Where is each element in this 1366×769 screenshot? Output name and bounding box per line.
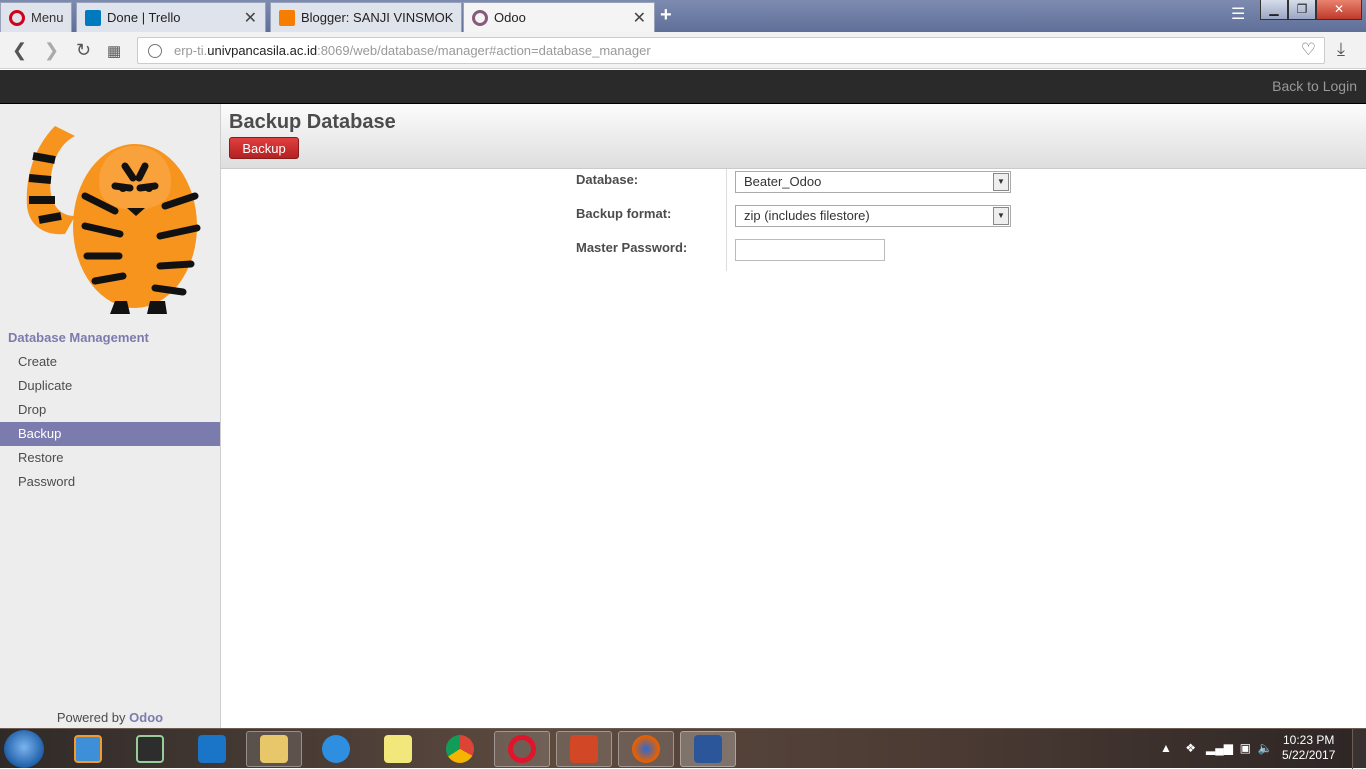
- power-icon[interactable]: ▣: [1240, 741, 1251, 755]
- reload-icon[interactable]: ↻: [76, 40, 91, 61]
- windows-start-button[interactable]: [4, 730, 44, 768]
- folder-icon: [260, 735, 288, 763]
- forward-icon[interactable]: ❯: [44, 40, 59, 61]
- close-window-button[interactable]: ✕: [1316, 0, 1362, 20]
- dropbox-icon[interactable]: ❖: [1185, 741, 1196, 755]
- tab-title: Odoo: [494, 10, 526, 25]
- url-host: univpancasila.ac.id: [207, 43, 318, 58]
- tab-blogger[interactable]: Blogger: SANJI VINSMOKE: [270, 2, 462, 32]
- page-title: Backup Database: [229, 111, 396, 133]
- sidebar-item-duplicate[interactable]: Duplicate: [0, 374, 220, 398]
- tab-title: Blogger: SANJI VINSMOKE: [301, 10, 453, 25]
- tab-odoo[interactable]: Odoo ✕: [463, 2, 655, 32]
- dropdown-arrow-icon[interactable]: ▼: [993, 173, 1009, 191]
- sidebar-item-drop[interactable]: Drop: [0, 398, 220, 422]
- sidebar-item-restore[interactable]: Restore: [0, 446, 220, 470]
- dropdown-arrow-icon[interactable]: ▼: [993, 207, 1009, 225]
- minimize-button[interactable]: ▁: [1260, 0, 1288, 20]
- powerpoint-icon: [570, 735, 598, 763]
- url-field[interactable]: erp-ti.univpancasila.ac.id:8069/web/data…: [137, 37, 1325, 64]
- taskbar-word[interactable]: [680, 731, 736, 767]
- maxthon-icon: [198, 735, 226, 763]
- trello-icon: [85, 9, 101, 26]
- tab-title: Done | Trello: [107, 10, 181, 25]
- system-tray: ▲ ❖ ▂▄▆ ▣ 🔈: [1160, 741, 1273, 755]
- app-topbar: Back to Login: [0, 70, 1366, 104]
- sidebar-section-title: Database Management: [8, 330, 149, 345]
- firefox-icon: [632, 735, 660, 763]
- windows-taskbar: ▲ ❖ ▂▄▆ ▣ 🔈 10:23 PM 5/22/2017: [0, 728, 1366, 769]
- database-value: Beater_Odoo: [744, 174, 822, 189]
- opera-menu-label: Menu: [31, 10, 64, 25]
- new-tab-button[interactable]: +: [660, 4, 672, 27]
- odoo-icon: [472, 9, 488, 26]
- url-prefix: erp-ti.: [174, 43, 208, 58]
- show-hidden-icons-icon[interactable]: ▲: [1160, 741, 1172, 755]
- master-password-input[interactable]: [735, 239, 885, 261]
- sidebar: Database Management Create Duplicate Dro…: [0, 104, 221, 728]
- clock-time: 10:23 PM: [1283, 733, 1335, 747]
- maximize-button[interactable]: ❐: [1288, 0, 1316, 20]
- back-icon[interactable]: ❮: [12, 40, 27, 61]
- download-icon[interactable]: ⤓: [1337, 39, 1345, 60]
- volume-icon[interactable]: 🔈: [1258, 741, 1273, 755]
- backup-button[interactable]: Backup: [229, 137, 299, 159]
- taskbar-chrome[interactable]: [432, 731, 488, 767]
- taskbar-powerpoint[interactable]: [556, 731, 612, 767]
- form-divider: [726, 169, 727, 271]
- chrome-icon: [446, 735, 474, 763]
- tab-trello[interactable]: Done | Trello ✕: [76, 2, 266, 32]
- taskbar-media-player[interactable]: [60, 731, 116, 767]
- address-bar-row: ❮ ❯ ↻ ▦ erp-ti.univpancasila.ac.id:8069/…: [0, 32, 1366, 69]
- tiger-logo: [26, 126, 201, 314]
- taskbar-opera[interactable]: [494, 731, 550, 767]
- globe-icon: [148, 43, 162, 58]
- backup-format-value: zip (includes filestore): [744, 208, 870, 223]
- taskbar-sticky-notes[interactable]: [370, 731, 426, 767]
- sidebar-item-password[interactable]: Password: [0, 470, 220, 494]
- sidebar-item-create[interactable]: Create: [0, 350, 220, 374]
- back-to-login-link[interactable]: Back to Login: [1272, 78, 1357, 94]
- page-header: Backup Database Backup: [221, 104, 1366, 169]
- opera-taskbar-icon: [508, 735, 536, 763]
- opera-icon: [9, 9, 25, 26]
- master-password-label: Master Password:: [576, 240, 688, 255]
- word-icon: [694, 735, 722, 763]
- blogger-icon: [279, 9, 295, 26]
- taskbar-maxthon[interactable]: [184, 731, 240, 767]
- bookmark-heart-icon[interactable]: ♡: [1301, 40, 1316, 60]
- media-player-icon: [74, 735, 102, 763]
- opera-menu-button[interactable]: Menu: [0, 2, 72, 32]
- taskbar-explorer[interactable]: [246, 731, 302, 767]
- sidebar-menu: Create Duplicate Drop Backup Restore Pas…: [0, 350, 220, 494]
- internet-explorer-icon: [322, 735, 350, 763]
- taskbar-ie[interactable]: [308, 731, 364, 767]
- show-desktop-button[interactable]: [1352, 729, 1366, 769]
- powered-by: Powered by Odoo: [0, 710, 220, 725]
- taskbar-firefox[interactable]: [618, 731, 674, 767]
- speed-dial-icon[interactable]: ▦: [107, 42, 121, 60]
- taskbar-clock[interactable]: 10:23 PM 5/22/2017: [1282, 733, 1335, 763]
- backup-format-label: Backup format:: [576, 206, 672, 221]
- backup-format-select[interactable]: zip (includes filestore) ▼: [735, 205, 1011, 227]
- task-manager-icon: [136, 735, 164, 763]
- url-text: erp-ti.univpancasila.ac.id:8069/web/data…: [174, 43, 651, 58]
- sticky-notes-icon: [384, 735, 412, 763]
- taskbar-task-manager[interactable]: [122, 731, 178, 767]
- powered-by-text: Powered by: [56, 710, 126, 725]
- clock-date: 5/22/2017: [1282, 748, 1336, 762]
- browser-tabstrip: Menu Done | Trello ✕ Blogger: SANJI VINS…: [0, 0, 1366, 32]
- odoo-link[interactable]: Odoo: [129, 710, 163, 725]
- close-icon[interactable]: ✕: [633, 8, 646, 28]
- signal-icon[interactable]: ▂▄▆: [1206, 741, 1233, 755]
- sidebar-item-backup[interactable]: Backup: [0, 422, 220, 446]
- tab-menu-icon[interactable]: ☰: [1231, 4, 1245, 24]
- url-path: :8069/web/database/manager#action=databa…: [317, 43, 651, 58]
- database-label: Database:: [576, 172, 639, 187]
- database-select[interactable]: Beater_Odoo ▼: [735, 171, 1011, 193]
- close-icon[interactable]: ✕: [244, 8, 257, 28]
